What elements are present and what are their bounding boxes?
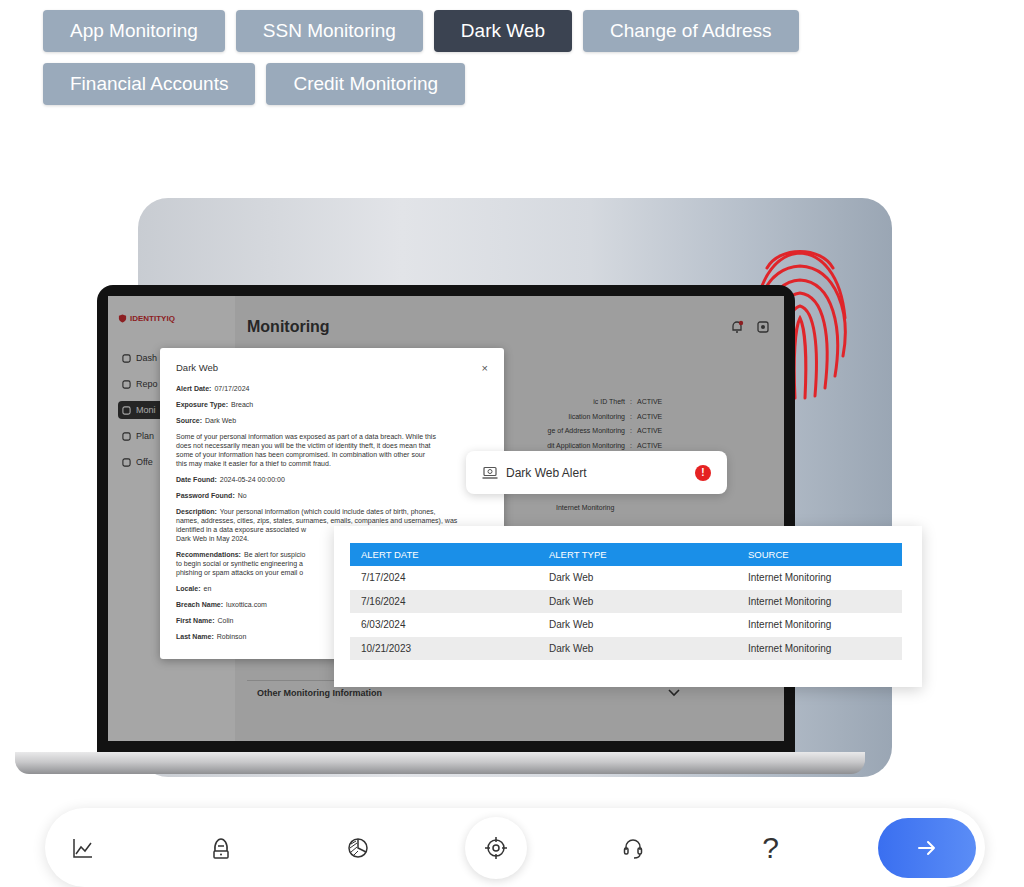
tab[interactable]: Credit Monitoring — [266, 63, 465, 105]
detail-line: Date Found:2024-05-24 00:00:00 — [176, 475, 488, 484]
column-header: SOURCE — [737, 543, 902, 566]
column-header: ALERT TYPE — [538, 543, 737, 566]
next-button[interactable] — [878, 818, 976, 878]
nav-item[interactable] — [183, 817, 259, 879]
detail-line: Alert Date:07/17/2024 — [176, 384, 488, 393]
table-row[interactable]: 10/21/2023Dark WebInternet Monitoring — [350, 637, 902, 661]
table-header: ALERT DATEALERT TYPESOURCE — [350, 543, 902, 566]
hacker-icon — [209, 836, 233, 860]
bottom-nav: ? — [45, 808, 985, 887]
detail-line: Description:Your personal information (w… — [176, 507, 488, 516]
alert-badge: ! — [695, 465, 711, 481]
table-cell: Dark Web — [538, 637, 737, 661]
nav-item[interactable]: ? — [733, 817, 809, 879]
detail-field: Exposure Type:Breach — [176, 400, 488, 409]
laptop-base — [15, 752, 865, 774]
hero-illustration: IDENTITYIQ Dash Repo Moni Plan Offe Moni… — [0, 198, 1024, 798]
pie-chart-icon — [346, 836, 370, 860]
nav-item[interactable] — [320, 817, 396, 879]
table-cell: Internet Monitoring — [737, 566, 902, 590]
nav-item[interactable] — [458, 817, 534, 879]
modal-title: Dark Web — [176, 362, 218, 374]
detail-line: some of your information has been compro… — [176, 450, 488, 459]
table-cell: 10/21/2023 — [350, 637, 538, 661]
alerts-table-card: ALERT DATEALERT TYPESOURCE7/17/2024Dark … — [334, 526, 922, 687]
table-cell: Internet Monitoring — [737, 637, 902, 661]
table-row[interactable]: 7/16/2024Dark WebInternet Monitoring — [350, 590, 902, 614]
arrow-right-icon — [917, 840, 937, 856]
detail-field: Alert Date:07/17/2024 — [176, 384, 488, 393]
table-cell: Dark Web — [538, 566, 737, 590]
nav-item[interactable] — [595, 817, 671, 879]
headset-icon — [621, 836, 645, 860]
detail-line: does not necessarily mean you will be th… — [176, 441, 488, 450]
detail-line: names, addresses, cities, zips, states, … — [176, 516, 488, 525]
tab[interactable]: Financial Accounts — [43, 63, 255, 105]
detail-field: Source:Dark Web — [176, 416, 488, 425]
detail-field: Date Found:2024-05-24 00:00:00 — [176, 475, 488, 484]
column-header: ALERT DATE — [350, 543, 538, 566]
detail-line: Password Found:No — [176, 491, 488, 500]
modal-header: Dark Web × — [176, 362, 488, 374]
tab[interactable]: Change of Address — [583, 10, 799, 52]
table-cell: Dark Web — [538, 613, 737, 637]
table-cell: 7/16/2024 — [350, 590, 538, 614]
detail-line: this may make it easier for a thief to c… — [176, 459, 488, 468]
table-cell: Internet Monitoring — [737, 613, 902, 637]
detail-paragraph: Some of your personal information was ex… — [176, 432, 488, 468]
detail-line: Source:Dark Web — [176, 416, 488, 425]
target-icon — [484, 836, 508, 860]
tab[interactable]: App Monitoring — [43, 10, 225, 52]
chart-icon — [71, 836, 95, 860]
tab[interactable]: Dark Web — [434, 10, 572, 52]
laptop-alert-icon — [482, 466, 498, 480]
table-row[interactable]: 6/03/2024Dark WebInternet Monitoring — [350, 613, 902, 637]
tab[interactable]: SSN Monitoring — [236, 10, 423, 52]
table-cell: 6/03/2024 — [350, 613, 538, 637]
nav-item[interactable] — [45, 817, 121, 879]
table-cell: Dark Web — [538, 590, 737, 614]
alert-notification[interactable]: Dark Web Alert ! — [466, 451, 727, 494]
table-cell: 7/17/2024 — [350, 566, 538, 590]
detail-field: Password Found:No — [176, 491, 488, 500]
detail-line: Exposure Type:Breach — [176, 400, 488, 409]
page: App Monitoring SSN Monitoring Dark Web Chan… — [0, 0, 1024, 887]
tab-bar: App Monitoring SSN Monitoring Dark Web Chan… — [0, 0, 873, 105]
alerts-table: ALERT DATEALERT TYPESOURCE7/17/2024Dark … — [350, 543, 902, 660]
table-row[interactable]: 7/17/2024Dark WebInternet Monitoring — [350, 566, 902, 590]
close-button[interactable]: × — [482, 362, 488, 374]
table-cell: Internet Monitoring — [737, 590, 902, 614]
detail-line: Some of your personal information was ex… — [176, 432, 488, 441]
